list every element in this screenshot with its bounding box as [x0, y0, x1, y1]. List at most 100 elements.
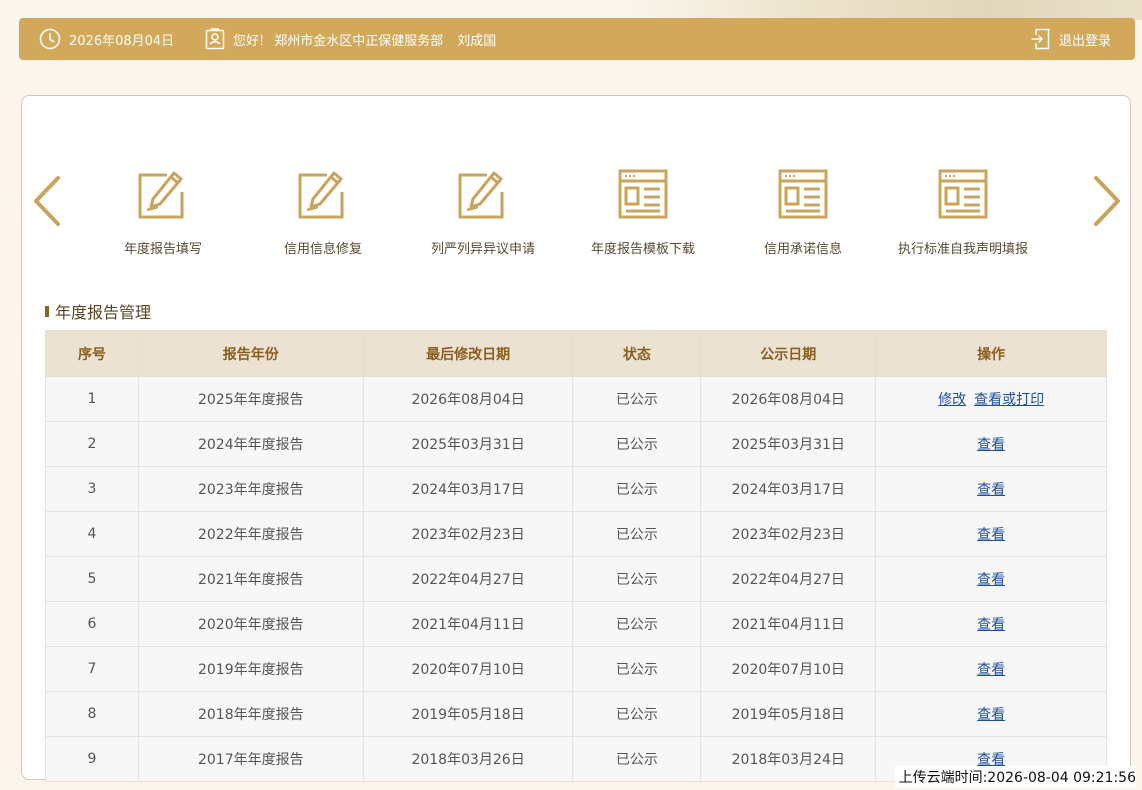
view-link[interactable]: 查看: [977, 437, 1005, 453]
cell-status: 已公示: [572, 376, 702, 422]
shortcut-label: 年度报告模板下载: [590, 242, 695, 257]
cell-year: 2024年年度报告: [137, 421, 364, 467]
cell-actions: 查看: [875, 556, 1107, 602]
shortcut-credit-repair[interactable]: 信用信息修复: [243, 166, 403, 257]
shortcut-label: 信用承诺信息: [763, 242, 842, 257]
chevron-left-icon: [30, 176, 66, 230]
shortcut-annual-report-fill[interactable]: 年度报告填写: [83, 166, 243, 257]
shortcut-template-download[interactable]: 年度报告模板下载: [563, 166, 723, 257]
edit-icon: [295, 166, 351, 222]
table-row: 5 2021年年度报告 2022年04月27日 已公示 2022年04月27日 …: [45, 556, 1107, 602]
shortcut-label: 年度报告填写: [123, 242, 202, 257]
edit-icon: [135, 166, 191, 222]
table-row: 7 2019年年度报告 2020年07月10日 已公示 2020年07月10日 …: [45, 646, 1107, 692]
cell-modified: 2019年05月18日: [362, 691, 574, 737]
cell-published: 2019年05月18日: [700, 691, 877, 737]
main-panel: 年度报告填写 信用信息修复 列严列异异议申请 年度报告模板下载 信用承诺信息 执…: [21, 95, 1131, 782]
cell-actions: 查看: [875, 646, 1107, 692]
shortcut-standard-declaration[interactable]: 执行标准自我声明填报: [883, 166, 1043, 257]
date-text: 2026年08月04日: [69, 33, 175, 49]
view-print-link[interactable]: 查看或打印: [974, 392, 1044, 408]
cell-modified: 2020年07月10日: [362, 646, 574, 692]
section-title: 年度报告管理: [45, 299, 151, 323]
user-name: 刘成国: [457, 33, 497, 49]
cell-no: 2: [45, 421, 139, 467]
cell-year: 2022年年度报告: [137, 511, 364, 557]
cell-status: 已公示: [572, 556, 702, 602]
cell-status: 已公示: [572, 421, 702, 467]
section-title-marker: [45, 305, 49, 317]
table-row: 3 2023年年度报告 2024年03月17日 已公示 2024年03月17日 …: [45, 466, 1107, 512]
cell-modified: 2021年04月11日: [362, 601, 574, 647]
user-info: 您好! 郑州市金水区中正保健服务部 刘成国: [205, 18, 496, 60]
cell-no: 1: [45, 376, 139, 422]
logout-button[interactable]: 退出登录: [1031, 18, 1111, 60]
chevron-right-icon: [1088, 176, 1124, 230]
section-title-text: 年度报告管理: [55, 303, 152, 322]
cell-status: 已公示: [572, 691, 702, 737]
cell-published: 2022年04月27日: [700, 556, 877, 602]
table-header-row: 序号 报告年份 最后修改日期 状态 公示日期 操作: [45, 330, 1107, 377]
view-link[interactable]: 查看: [977, 527, 1005, 543]
document-template-icon: [615, 166, 671, 222]
cell-modified: 2024年03月17日: [362, 466, 574, 512]
cell-status: 已公示: [572, 466, 702, 512]
cell-no: 5: [45, 556, 139, 602]
cell-modified: 2026年08月04日: [362, 376, 574, 422]
cell-year: 2017年年度报告: [137, 736, 364, 782]
cell-actions: 查看: [875, 691, 1107, 737]
cell-year: 2020年年度报告: [137, 601, 364, 647]
edit-icon: [455, 166, 511, 222]
table-row: 4 2022年年度报告 2023年02月23日 已公示 2023年02月23日 …: [45, 511, 1107, 557]
top-bar: 2026年08月04日 您好! 郑州市金水区中正保健服务部 刘成国 退出登录: [19, 18, 1135, 60]
cell-actions: 查看: [875, 601, 1107, 647]
cell-published: 2025年03月31日: [700, 421, 877, 467]
cell-published: 2018年03月24日: [700, 736, 877, 782]
cell-actions: 查看: [875, 511, 1107, 557]
cell-modified: 2018年03月26日: [362, 736, 574, 782]
column-header-published: 公示日期: [700, 330, 877, 377]
annual-report-table: 序号 报告年份 最后修改日期 状态 公示日期 操作 1 2025年年度报告 20…: [45, 330, 1107, 782]
cell-year: 2019年年度报告: [137, 646, 364, 692]
current-date: 2026年08月04日: [39, 18, 174, 60]
carousel-next-button[interactable]: [1088, 176, 1124, 226]
background-decoration: [622, 0, 1142, 20]
cell-actions: 查看: [875, 466, 1107, 512]
cell-no: 7: [45, 646, 139, 692]
cell-status: 已公示: [572, 511, 702, 557]
view-link[interactable]: 查看: [977, 482, 1005, 498]
cell-actions: 修改 查看或打印: [875, 376, 1107, 422]
cell-year: 2018年年度报告: [137, 691, 364, 737]
shortcut-objection-apply[interactable]: 列严列异异议申请: [403, 166, 563, 257]
cell-published: 2020年07月10日: [700, 646, 877, 692]
edit-link[interactable]: 修改: [938, 392, 966, 408]
cell-year: 2025年年度报告: [137, 376, 364, 422]
cell-year: 2023年年度报告: [137, 466, 364, 512]
cell-no: 8: [45, 691, 139, 737]
table-row: 1 2025年年度报告 2026年08月04日 已公示 2026年08月04日 …: [45, 376, 1107, 422]
clock-icon: [39, 28, 61, 50]
shortcut-label: 信用信息修复: [283, 242, 362, 257]
cell-modified: 2025年03月31日: [362, 421, 574, 467]
document-template-icon: [775, 166, 831, 222]
view-link[interactable]: 查看: [977, 572, 1005, 588]
column-header-year: 报告年份: [137, 330, 364, 377]
view-link[interactable]: 查看: [977, 662, 1005, 678]
cell-published: 2023年02月23日: [700, 511, 877, 557]
shortcut-label: 列严列异异议申请: [430, 242, 535, 257]
carousel-prev-button[interactable]: [30, 176, 66, 226]
shortcut-credit-commitment[interactable]: 信用承诺信息: [723, 166, 883, 257]
cell-status: 已公示: [572, 601, 702, 647]
cell-year: 2021年年度报告: [137, 556, 364, 602]
logout-label: 退出登录: [1058, 33, 1111, 49]
table-row: 6 2020年年度报告 2021年04月11日 已公示 2021年04月11日 …: [45, 601, 1107, 647]
view-link[interactable]: 查看: [977, 617, 1005, 633]
cell-status: 已公示: [572, 736, 702, 782]
column-header-status: 状态: [572, 330, 702, 377]
greeting-text: 您好!: [233, 33, 265, 49]
logout-icon: [1031, 28, 1051, 50]
view-link[interactable]: 查看: [977, 707, 1005, 723]
cell-status: 已公示: [572, 646, 702, 692]
document-template-icon: [935, 166, 991, 222]
cell-no: 4: [45, 511, 139, 557]
